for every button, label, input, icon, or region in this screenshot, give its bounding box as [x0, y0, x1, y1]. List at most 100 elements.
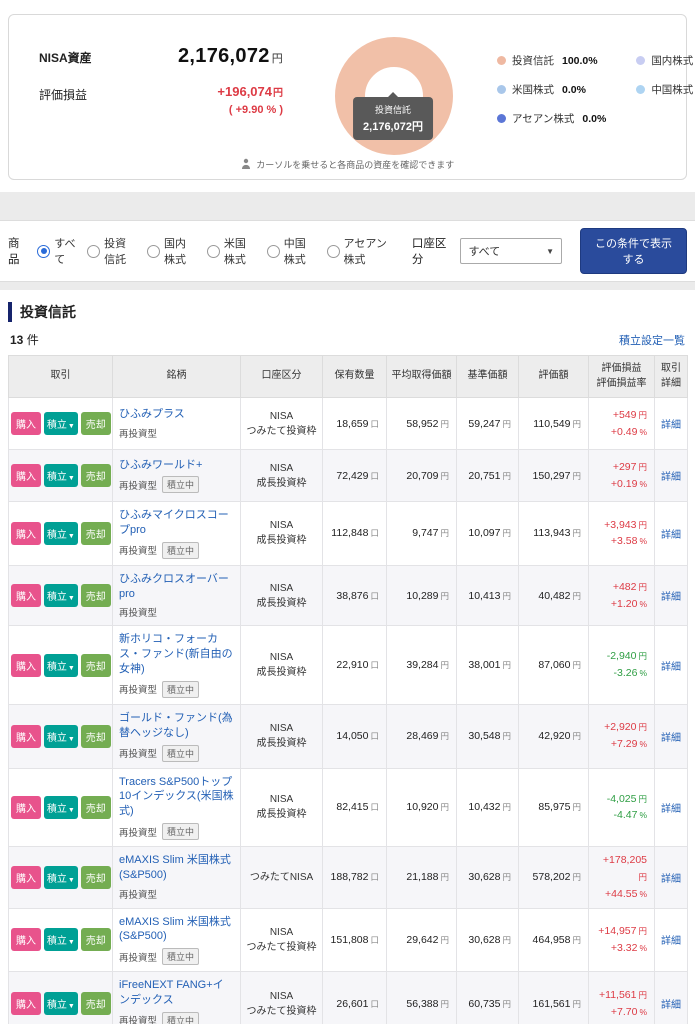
valuation-cell: 42,920 円 [518, 703, 589, 769]
fund-name-link[interactable]: ひふみワールド+ [119, 458, 234, 473]
radio-icon[interactable] [147, 244, 161, 258]
tsumitate-active-badge: 積立中 [162, 1011, 200, 1024]
tsumitate-button[interactable]: 積立▼ [43, 464, 78, 487]
sell-button[interactable]: 売却 [80, 928, 111, 952]
fund-name-link[interactable]: ひふみクロスオーバーpro [119, 572, 234, 602]
product-radio-option[interactable]: アセアン株式 [326, 235, 394, 267]
sell-button[interactable]: 売却 [80, 412, 111, 435]
fund-row: 購入 積立▼ 売却 ひふみクロスオーバーpro 再投資型 NISA 成長投資枠 3… [8, 564, 688, 627]
yen-unit: 円 [638, 871, 647, 882]
detail-link[interactable]: 詳細 [661, 472, 681, 483]
avg-price-value: 10,289 [406, 589, 439, 602]
product-filter-label: 商品 [8, 238, 20, 266]
tsumitate-settings-link[interactable]: 積立設定一覧 [619, 332, 685, 348]
fund-name-link[interactable]: iFreeNEXT FANG+インデックス [119, 978, 234, 1008]
detail-link[interactable]: 詳細 [661, 420, 681, 431]
detail-link[interactable]: 詳細 [661, 936, 681, 947]
quantity-value: 151,808 [330, 933, 369, 946]
sell-button[interactable]: 売却 [80, 724, 111, 748]
quantity-value: 14,050 [336, 730, 369, 743]
column-header: 評価損益 評価損益率 [588, 355, 655, 398]
buy-button[interactable]: 購入 [11, 795, 41, 819]
quantity-cell: 72,429 口 [322, 449, 387, 502]
tsumitate-button[interactable]: 積立▼ [43, 992, 78, 1016]
product-radio-option[interactable]: 中国株式 [266, 235, 317, 267]
qty-unit: 口 [370, 872, 379, 883]
tsumitate-button[interactable]: 積立▼ [43, 653, 78, 677]
product-radio-option[interactable]: 投資信託 [87, 235, 137, 267]
fund-name-link[interactable]: eMAXIS Slim 米国株式(S&P500) [119, 915, 234, 945]
pct-unit: % [639, 668, 647, 679]
sell-button[interactable]: 売却 [80, 521, 111, 545]
nav-value: 60,735 [468, 997, 501, 1010]
detail-link[interactable]: 詳細 [661, 1000, 681, 1011]
tsumitate-button[interactable]: 積立▼ [43, 865, 78, 889]
fund-row: 購入 積立▼ 売却 eMAXIS Slim 米国株式(S&P500) 再投資型 … [8, 846, 688, 909]
yen-unit: 円 [572, 934, 581, 945]
allocation-donut-chart[interactable]: 投資信託 2,176,072円 [335, 37, 459, 161]
quantity-value: 82,415 [336, 801, 369, 814]
tsumitate-button[interactable]: 積立▼ [43, 724, 78, 748]
chevron-down-icon: ▼ [67, 939, 75, 947]
radio-icon[interactable] [266, 244, 280, 258]
yen-unit: 円 [572, 470, 581, 481]
tsumitate-button[interactable]: 積立▼ [43, 928, 78, 952]
legend-color-dot [497, 114, 506, 123]
sell-button[interactable]: 売却 [80, 653, 111, 677]
sell-button[interactable]: 売却 [80, 795, 111, 819]
radio-icon[interactable] [87, 244, 101, 258]
buy-button[interactable]: 購入 [11, 464, 41, 487]
buy-button[interactable]: 購入 [11, 928, 41, 952]
product-radio-option[interactable]: 国内株式 [147, 235, 197, 267]
fund-name-link[interactable]: ゴールド・ファンド(為替ヘッジなし) [119, 711, 234, 741]
sell-button[interactable]: 売却 [80, 992, 111, 1016]
detail-link[interactable]: 詳細 [661, 874, 681, 885]
buy-button[interactable]: 購入 [11, 992, 41, 1016]
pl-cell: +549 円 +0.49% [588, 397, 655, 450]
account-type-select[interactable]: すべて ▼ [460, 238, 562, 264]
tsumitate-button[interactable]: 積立▼ [43, 795, 78, 819]
nav-value: 30,628 [468, 933, 501, 946]
avg-price-value: 20,709 [406, 469, 439, 482]
sell-button[interactable]: 売却 [80, 464, 111, 487]
tsumitate-button[interactable]: 積立▼ [43, 584, 78, 608]
radio-icon[interactable] [37, 244, 51, 258]
fund-name-link[interactable]: Tracers S&P500トップ10インデックス(米国株式) [119, 775, 234, 820]
detail-link[interactable]: 詳細 [661, 592, 681, 603]
buy-button[interactable]: 購入 [11, 865, 41, 889]
sell-button[interactable]: 売却 [80, 584, 111, 608]
buy-button[interactable]: 購入 [11, 412, 41, 435]
product-radio-option[interactable]: 米国株式 [206, 235, 257, 267]
buy-button[interactable]: 購入 [11, 653, 41, 677]
chart-legend: 投資信託 100.0% 米国株式 0.0% アセアン株式 0.0% 国内株式 0… [497, 53, 695, 126]
legend-color-dot [497, 85, 506, 94]
detail-link[interactable]: 詳細 [661, 662, 681, 673]
fund-name-link[interactable]: ひふみマイクロスコープpro [119, 508, 234, 538]
buy-button[interactable]: 購入 [11, 584, 41, 608]
yen-unit: 円 [572, 590, 581, 601]
avg-price-cell: 10,289 円 [386, 564, 457, 627]
apply-filter-button[interactable]: この条件で表示する [579, 228, 688, 274]
fund-name-link[interactable]: eMAXIS Slim 米国株式(S&P500) [119, 853, 234, 883]
column-header: 平均取得価額 [386, 355, 457, 398]
tsumitate-button[interactable]: 積立▼ [43, 521, 78, 545]
pl-cell: -4,025 円 -4.47% [588, 767, 655, 848]
fund-name-link[interactable]: 新ホリコ・フォーカス・ファンド(新自由の女神) [119, 632, 234, 677]
product-radio-option[interactable]: すべて [37, 235, 77, 267]
tsumitate-button[interactable]: 積立▼ [43, 412, 78, 435]
detail-link[interactable]: 詳細 [661, 530, 681, 541]
column-header: 取引 [8, 355, 113, 398]
buy-button[interactable]: 購入 [11, 724, 41, 748]
fund-row: 購入 積立▼ 売却 新ホリコ・フォーカス・ファンド(新自由の女神) 再投資型 積… [8, 625, 688, 705]
radio-icon[interactable] [326, 244, 340, 258]
yen-unit: 円 [572, 998, 581, 1009]
radio-icon[interactable] [206, 244, 220, 258]
fund-name-link[interactable]: ひふみプラス [119, 407, 234, 422]
account-type: NISA つみたて投資枠 [240, 397, 323, 450]
fund-row: 購入 積立▼ 売却 ひふみワールド+ 再投資型 積立中 NISA 成長投資枠 72… [8, 449, 688, 502]
buy-button[interactable]: 購入 [11, 521, 41, 545]
detail-link[interactable]: 詳細 [661, 733, 681, 744]
pl-rate: +1.20 [610, 597, 638, 610]
detail-link[interactable]: 詳細 [661, 804, 681, 815]
sell-button[interactable]: 売却 [80, 865, 111, 889]
